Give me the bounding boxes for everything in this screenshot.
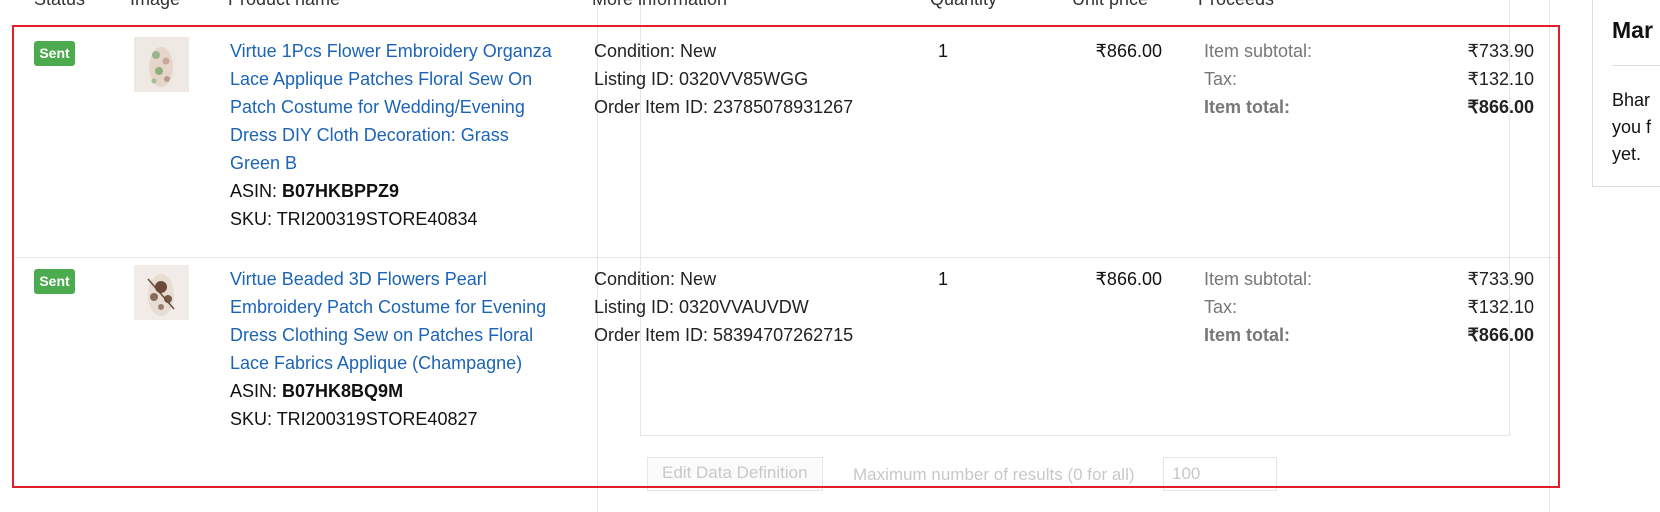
proceeds-cell: Item subtotal: ₹733.90 Tax: ₹132.10 Item t… — [1204, 265, 1534, 349]
item-subtotal-value: ₹733.90 — [1467, 41, 1534, 61]
header-quantity: Quantity — [930, 0, 997, 10]
status-badge: Sent — [34, 41, 75, 66]
product-name-cell: Virtue Beaded 3D Flowers Pearl Embroider… — [230, 265, 560, 433]
item-total-value: ₹866.00 — [1467, 325, 1534, 345]
order-item-id-text: Order Item ID: 58394707262715 — [594, 325, 854, 345]
quantity-value: 1 — [938, 269, 949, 289]
item-subtotal-value: ₹733.90 — [1467, 269, 1534, 289]
item-subtotal-label: Item subtotal: — [1204, 269, 1313, 289]
sku-line: SKU: TRI200319STORE40827 — [230, 409, 478, 429]
listing-id-text: Listing ID: 0320VV85WGG — [594, 69, 809, 89]
asin-line: ASIN: B07HK8BQ9M — [230, 377, 560, 405]
quantity-value: 1 — [938, 41, 949, 61]
asin-value: B07HK8BQ9M — [282, 381, 404, 401]
item-total-label: Item total: — [1204, 325, 1291, 345]
order-item-id-text: Order Item ID: 23785078931267 — [594, 97, 854, 117]
sku-line: SKU: TRI200319STORE40834 — [230, 209, 478, 229]
item-total-label: Item total: — [1204, 97, 1291, 117]
product-thumbnail[interactable] — [134, 265, 189, 320]
table-header: Status Image Product name More informati… — [0, 0, 1560, 13]
tax-value: ₹132.10 — [1467, 297, 1534, 317]
tax-label: Tax: — [1204, 69, 1238, 89]
product-name-cell: Virtue 1Pcs Flower Embroidery Organza La… — [230, 37, 560, 233]
header-proceeds: Proceeds — [1198, 0, 1274, 10]
side-panel-text: Bhar you f yet. — [1612, 87, 1660, 168]
table-row: Sent Virtue Beaded 3D Flowers Pearl Embr… — [14, 258, 1558, 488]
tax-value: ₹132.10 — [1467, 69, 1534, 89]
header-unit-price: Unit price — [1072, 0, 1148, 10]
asin-label: ASIN: — [230, 381, 278, 401]
product-title-link[interactable]: Virtue Beaded 3D Flowers Pearl Embroider… — [230, 265, 560, 377]
condition-text: Condition: New — [594, 41, 717, 61]
more-information-cell: Condition: New Listing ID: 0320VVAUVDW O… — [594, 265, 853, 349]
asin-label: ASIN: — [230, 181, 278, 201]
unit-price-value: ₹866.00 — [1095, 41, 1162, 61]
side-panel-title: Mar — [1612, 17, 1653, 43]
side-panel-line: Bhar — [1612, 90, 1651, 110]
asin-line: ASIN: B07HKBPPZ9 — [230, 177, 560, 205]
item-subtotal-label: Item subtotal: — [1204, 41, 1313, 61]
status-badge: Sent — [34, 269, 75, 294]
product-title-link[interactable]: Virtue 1Pcs Flower Embroidery Organza La… — [230, 37, 560, 177]
side-panel-line: you f — [1612, 117, 1652, 137]
more-information-cell: Condition: New Listing ID: 0320VV85WGG O… — [594, 37, 853, 121]
unit-price-value: ₹866.00 — [1095, 269, 1162, 289]
header-more-information: More information — [592, 0, 727, 10]
table-row: Sent Virtue 1Pcs Flower Embroidery Organ… — [14, 27, 1558, 258]
header-image: Image — [130, 0, 180, 10]
asin-value: B07HKBPPZ9 — [282, 181, 400, 201]
proceeds-cell: Item subtotal: ₹733.90 Tax: ₹132.10 Item t… — [1204, 37, 1534, 121]
order-items-table: Sent Virtue 1Pcs Flower Embroidery Organ… — [12, 25, 1560, 488]
side-panel-line: yet. — [1612, 144, 1642, 164]
header-status: Status — [34, 0, 85, 10]
header-product-name: Product name — [228, 0, 340, 10]
condition-text: Condition: New — [594, 269, 717, 289]
listing-id-text: Listing ID: 0320VVAUVDW — [594, 297, 809, 317]
side-panel-divider — [1612, 65, 1660, 66]
tax-label: Tax: — [1204, 297, 1238, 317]
product-thumbnail[interactable] — [134, 37, 189, 92]
item-total-value: ₹866.00 — [1467, 97, 1534, 117]
